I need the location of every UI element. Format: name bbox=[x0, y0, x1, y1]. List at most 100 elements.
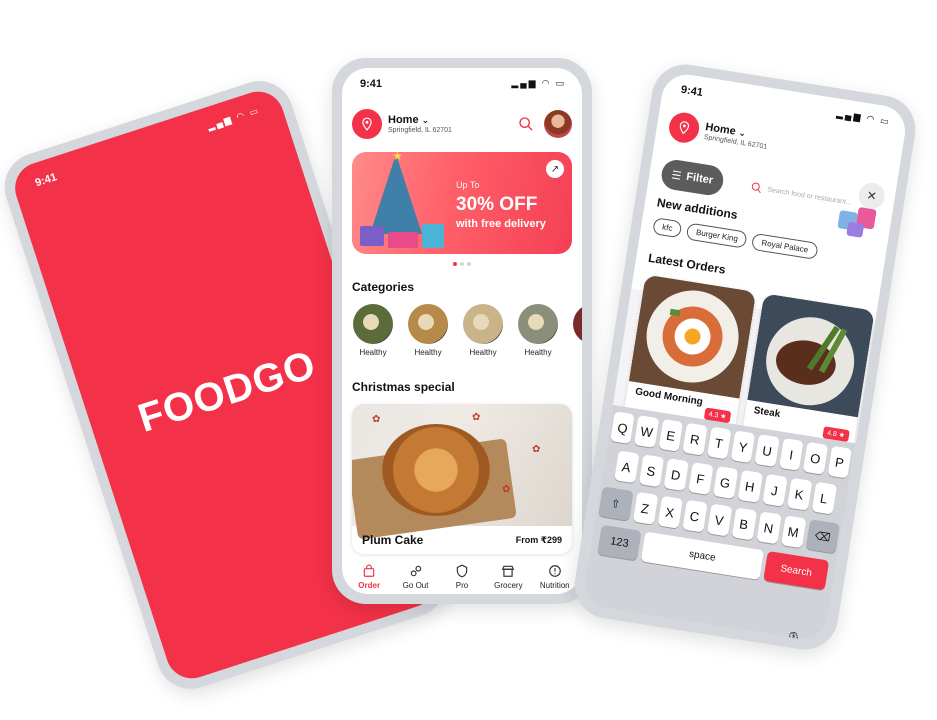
category-label: Hea bbox=[572, 348, 582, 357]
tab-label: Pro bbox=[455, 581, 469, 590]
banner-headline: 30% OFF bbox=[456, 194, 538, 215]
banner-subline: with free delivery bbox=[456, 218, 546, 230]
arrow-up-right-icon[interactable]: ↗ bbox=[546, 160, 564, 178]
key-n[interactable]: N bbox=[755, 511, 782, 545]
chevron-down-icon: ⌄ bbox=[737, 127, 747, 139]
gift-illustration bbox=[837, 207, 877, 238]
carousel-dots bbox=[342, 262, 582, 266]
key-s[interactable]: S bbox=[638, 454, 664, 488]
card-footer: Plum Cake From ₹299 bbox=[352, 526, 572, 554]
tab-order[interactable]: Order bbox=[346, 564, 392, 594]
go-out-icon bbox=[410, 565, 421, 577]
tab-grocery[interactable]: Grocery bbox=[485, 564, 531, 594]
key-j[interactable]: J bbox=[761, 473, 788, 507]
shift-key[interactable]: ⇧ bbox=[598, 486, 634, 521]
leaf-icon: ✿ bbox=[532, 444, 541, 455]
category-item[interactable]: Healthy bbox=[462, 304, 504, 357]
card-name: Plum Cake bbox=[362, 533, 424, 547]
status-bar: 9:41 ▂▄▆ ◠ ▭ bbox=[360, 78, 566, 90]
key-w[interactable]: W bbox=[634, 415, 660, 448]
category-label: Healthy bbox=[469, 348, 497, 357]
key-c[interactable]: C bbox=[681, 499, 708, 533]
tab-nutrition[interactable]: Nutrition bbox=[532, 564, 578, 594]
leaf-icon: ✿ bbox=[372, 414, 381, 425]
key-r[interactable]: R bbox=[682, 422, 708, 456]
backspace-key[interactable]: ⌫ bbox=[805, 519, 841, 554]
key-k[interactable]: K bbox=[786, 477, 812, 511]
on-screen-keyboard: QWERTYUIOP ASDFGHJKL ⇧ ZXCVBNM ⌫ 123 spa… bbox=[581, 404, 856, 643]
tab-pro[interactable]: Pro bbox=[439, 564, 485, 594]
category-item[interactable]: Healthy bbox=[352, 304, 394, 357]
nutrition-icon bbox=[548, 565, 561, 577]
category-label: Healthy bbox=[524, 348, 552, 357]
carousel-dot[interactable] bbox=[467, 262, 471, 266]
location-pin-icon[interactable] bbox=[352, 109, 382, 139]
key-x[interactable]: X bbox=[657, 495, 683, 529]
category-item[interactable]: Healthy bbox=[517, 304, 559, 357]
location-pin-icon[interactable] bbox=[666, 110, 702, 145]
promo-banner[interactable]: ★ Up To 30% OFF with free delivery ↗ bbox=[352, 152, 572, 254]
star-icon: ★ bbox=[392, 152, 403, 163]
card-price: From ₹299 bbox=[515, 534, 562, 545]
status-time: 9:41 bbox=[360, 78, 383, 90]
key-t[interactable]: T bbox=[706, 426, 732, 460]
key-p[interactable]: P bbox=[827, 445, 852, 479]
key-q[interactable]: Q bbox=[610, 411, 636, 445]
key-b[interactable]: B bbox=[731, 507, 757, 541]
numbers-key[interactable]: 123 bbox=[597, 524, 642, 561]
banner-line-1: Up To bbox=[456, 180, 480, 190]
key-h[interactable]: H bbox=[737, 469, 763, 503]
chevron-down-icon: ⌄ bbox=[421, 115, 430, 125]
search-key[interactable]: Search bbox=[763, 550, 830, 591]
signal-wifi-battery-icon: ▂▄▆ ◠ ▭ bbox=[511, 78, 566, 88]
home-screen: 9:41 ▂▄▆ ◠ ▭ Home ⌄ Springfield, IL 62701… bbox=[342, 68, 582, 594]
category-image bbox=[573, 304, 582, 344]
key-g[interactable]: G bbox=[712, 465, 738, 499]
categories-title: Categories bbox=[352, 280, 415, 294]
carousel-dot[interactable] bbox=[453, 262, 457, 266]
steak-plate-image bbox=[747, 293, 875, 418]
tab-label: Grocery bbox=[494, 581, 523, 590]
key-l[interactable]: L bbox=[811, 481, 837, 515]
location-selector[interactable]: Home⌄ Springfield, IL 62701 bbox=[388, 114, 516, 134]
tab-label: Go Out bbox=[402, 581, 429, 590]
brand-logo-text: FOODGO bbox=[132, 342, 322, 441]
carousel-dot[interactable] bbox=[460, 262, 464, 266]
category-item[interactable]: Healthy bbox=[407, 304, 449, 357]
key-z[interactable]: Z bbox=[632, 491, 658, 525]
location-address: Springfield, IL 62701 bbox=[388, 127, 452, 134]
key-e[interactable]: E bbox=[658, 418, 684, 452]
search-phone: 9:41 ▂▄▆ ◠ ▭ Home⌄ Springfield, IL 62701… bbox=[569, 59, 921, 655]
christmas-tree-illustration bbox=[370, 154, 422, 234]
key-o[interactable]: O bbox=[803, 441, 828, 475]
home-indicator bbox=[657, 618, 747, 637]
key-i[interactable]: I bbox=[778, 438, 804, 471]
key-m[interactable]: M bbox=[780, 515, 806, 549]
microphone-icon[interactable]: 🎙 bbox=[783, 630, 804, 643]
key-y[interactable]: Y bbox=[730, 430, 756, 464]
key-v[interactable]: V bbox=[706, 503, 732, 537]
special-food-card[interactable]: ✿ ✿ ✿ ✿ Plum Cake From ₹299 bbox=[352, 404, 572, 554]
search-screen: 9:41 ▂▄▆ ◠ ▭ Home⌄ Springfield, IL 62701… bbox=[581, 71, 909, 643]
tab-go-out[interactable]: Go Out bbox=[393, 564, 439, 594]
sliders-icon: ☰ bbox=[670, 168, 683, 183]
key-d[interactable]: D bbox=[663, 458, 689, 492]
category-image bbox=[353, 304, 393, 344]
status-time: 9:41 bbox=[33, 171, 59, 190]
grocery-store-icon bbox=[502, 565, 515, 577]
key-a[interactable]: A bbox=[613, 450, 640, 484]
avatar[interactable] bbox=[544, 110, 572, 138]
bottom-tab-bar: Order Go Out Pro Grocery Nutrition bbox=[342, 564, 582, 594]
category-image bbox=[408, 304, 448, 344]
key-f[interactable]: F bbox=[687, 462, 714, 495]
gift-box-illustration bbox=[388, 232, 418, 248]
key-u[interactable]: U bbox=[754, 434, 780, 468]
filter-label: Filter bbox=[685, 170, 714, 187]
breakfast-plate-image bbox=[628, 274, 757, 399]
category-item[interactable]: Hea bbox=[572, 304, 582, 357]
signal-wifi-battery-icon: ▂▄▆ ◠ ▭ bbox=[206, 105, 262, 132]
banner-text: Up To 30% OFF with free delivery bbox=[456, 180, 546, 230]
gift-box-illustration bbox=[360, 226, 384, 246]
search-icon[interactable] bbox=[516, 114, 536, 134]
tab-label: Nutrition bbox=[539, 581, 570, 590]
